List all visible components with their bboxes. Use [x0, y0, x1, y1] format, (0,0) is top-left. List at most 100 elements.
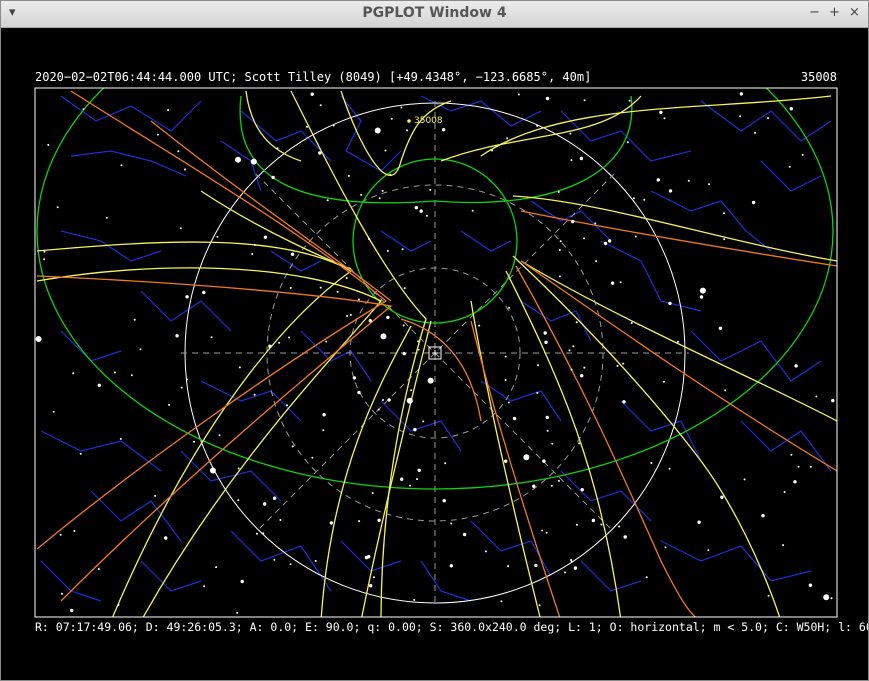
star: [263, 235, 268, 239]
star: [462, 532, 467, 537]
star: [377, 518, 381, 522]
star: [809, 465, 812, 468]
star: [831, 398, 835, 403]
star: [478, 324, 481, 327]
star: [723, 238, 726, 241]
star: [289, 286, 292, 289]
star: [318, 151, 322, 155]
star: [808, 583, 813, 587]
star: [414, 206, 418, 210]
star: [272, 496, 277, 500]
star: [607, 239, 612, 243]
star: [570, 159, 573, 162]
star: [570, 368, 573, 371]
star: [286, 404, 288, 407]
star: [600, 523, 603, 526]
star: [271, 175, 275, 180]
star: [368, 319, 372, 323]
star: [372, 576, 375, 579]
title-bar[interactable]: ▾ PGPLOT Window 4 − + ×: [1, 1, 868, 28]
star: [523, 454, 530, 461]
star: [797, 465, 800, 468]
star: [626, 141, 629, 144]
star: [240, 579, 244, 584]
star: [618, 525, 621, 528]
star: [616, 364, 619, 367]
star: [801, 153, 804, 156]
star: [517, 93, 520, 96]
star: [177, 150, 180, 153]
maximize-button[interactable]: +: [829, 5, 840, 21]
star: [557, 191, 560, 193]
minimize-button[interactable]: −: [809, 5, 820, 21]
star: [417, 468, 421, 472]
star: [119, 437, 122, 440]
star: [403, 287, 406, 290]
star: [575, 523, 578, 526]
star: [449, 564, 453, 568]
star: [35, 336, 42, 342]
star: [43, 250, 46, 253]
star: [543, 331, 547, 335]
star: [500, 600, 503, 603]
star: [164, 536, 168, 540]
star: [238, 366, 241, 369]
star: [401, 248, 404, 251]
star: [677, 340, 679, 343]
star: [559, 240, 562, 243]
star: [794, 364, 798, 368]
star: [390, 117, 393, 120]
star: [357, 298, 360, 301]
star: [739, 115, 742, 118]
star: [346, 315, 349, 317]
star: [167, 109, 170, 111]
satellite-label: 35008: [414, 116, 443, 126]
star: [512, 416, 517, 421]
star: [262, 532, 265, 535]
star: [659, 110, 663, 115]
star: [310, 92, 314, 96]
star: [216, 235, 219, 238]
star: [558, 275, 561, 278]
star: [235, 156, 241, 163]
star: [406, 397, 413, 404]
star: [632, 197, 635, 200]
star: [668, 467, 671, 470]
sky-plot: 2020−02−02T06:44:44.000 UTC; Scott Tille…: [34, 70, 868, 634]
star: [507, 401, 510, 404]
star: [193, 440, 195, 443]
star: [378, 197, 381, 200]
star: [442, 499, 446, 503]
yellow-tracks: [36, 90, 837, 617]
star: [441, 128, 446, 132]
star: [545, 415, 549, 420]
star: [557, 479, 560, 482]
star: [417, 348, 420, 351]
star: [364, 555, 369, 560]
star: [256, 532, 258, 535]
star: [708, 183, 710, 186]
star: [444, 462, 447, 465]
star: [699, 287, 706, 294]
star: [322, 429, 325, 432]
star: [236, 611, 239, 614]
star: [72, 372, 75, 375]
constellation-lines: [40, 95, 832, 602]
star: [97, 568, 100, 570]
star: [793, 480, 797, 484]
star: [409, 484, 412, 487]
star: [386, 249, 389, 252]
star: [237, 467, 240, 470]
star: [506, 137, 509, 140]
star: [536, 391, 539, 394]
plot-header-left: 2020−02−02T06:44:44.000 UTC; Scott Tille…: [35, 70, 591, 84]
star: [508, 306, 511, 309]
star: [278, 341, 281, 344]
star: [279, 519, 282, 521]
star: [349, 313, 352, 316]
star: [371, 492, 374, 494]
star: [634, 235, 637, 238]
close-button[interactable]: ×: [849, 5, 860, 21]
star: [329, 521, 334, 525]
star: [663, 117, 666, 120]
